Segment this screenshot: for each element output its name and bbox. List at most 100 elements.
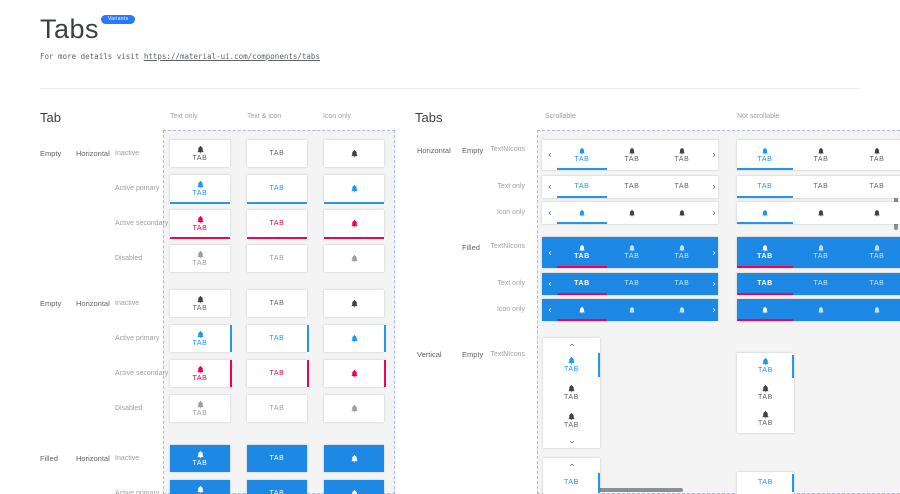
tab[interactable]: TAB	[793, 140, 849, 170]
notifications-icon	[567, 384, 576, 393]
tab[interactable]	[849, 299, 900, 321]
tab[interactable]: TAB	[607, 140, 657, 170]
tab-cell-icon[interactable]	[324, 325, 384, 352]
chevron-left-icon[interactable]	[542, 273, 557, 295]
tab[interactable]: TAB	[543, 407, 600, 435]
tab[interactable]: TAB	[657, 237, 707, 268]
tab[interactable]: TAB	[607, 237, 657, 268]
tab[interactable]: TAB	[657, 140, 707, 170]
tab-cell-both[interactable]: TAB	[170, 290, 230, 317]
tab-cell-icon[interactable]	[324, 245, 384, 272]
tab[interactable]: TAB	[737, 380, 794, 407]
subtitle: For more details visit https://material-…	[40, 52, 320, 61]
tab-cell-both[interactable]: TAB	[170, 480, 230, 494]
tab-active[interactable]	[737, 202, 793, 224]
tab-active[interactable]	[737, 299, 793, 321]
tab[interactable]: TAB	[737, 406, 794, 433]
tab-active[interactable]: TAB	[543, 351, 600, 379]
tab-cell-both[interactable]: TAB	[170, 210, 230, 237]
chevron-right-icon[interactable]	[707, 176, 720, 198]
chevron-right-icon[interactable]	[707, 140, 720, 170]
chevron-left-icon[interactable]	[542, 237, 557, 268]
tab-cell-icon[interactable]	[324, 445, 384, 472]
tab-cell-text[interactable]: TAB	[247, 210, 307, 237]
chevron-up-icon[interactable]	[543, 458, 600, 471]
tab-label: TAB	[270, 370, 285, 378]
active-indicator	[230, 360, 232, 387]
tab-cell-text[interactable]: TAB	[247, 175, 307, 202]
tab-cell-icon[interactable]	[324, 210, 384, 237]
tab-active[interactable]: TAB	[557, 273, 607, 295]
group-orientation-label: Horizontal	[76, 299, 110, 308]
material-ui-link[interactable]: https://material-ui.com/components/tabs	[144, 52, 320, 61]
tab-cell-both[interactable]: TAB	[170, 325, 230, 352]
chevron-right-icon[interactable]	[707, 273, 720, 295]
tab-cell-text[interactable]: TAB	[247, 360, 307, 387]
tab-cell-icon[interactable]	[324, 480, 384, 494]
tab[interactable]	[657, 299, 707, 321]
tab-active[interactable]	[557, 299, 607, 321]
tab[interactable]	[793, 299, 849, 321]
chevron-right-icon[interactable]	[707, 202, 720, 224]
tab-active[interactable]: TAB	[737, 237, 793, 268]
chevron-left-icon[interactable]	[542, 140, 557, 170]
chevron-left-icon[interactable]	[542, 202, 557, 224]
tab[interactable]: TAB	[793, 176, 849, 198]
active-indicator	[324, 237, 384, 239]
tab-cell-text[interactable]: TAB	[247, 245, 307, 272]
tab[interactable]	[849, 202, 900, 224]
tab-active[interactable]: TAB	[557, 176, 607, 198]
tab[interactable]: TAB	[849, 273, 900, 295]
tab-active[interactable]: TAB	[557, 237, 607, 268]
tab[interactable]: TAB	[543, 379, 600, 407]
tab[interactable]: TAB	[849, 140, 900, 170]
chevron-left-icon[interactable]	[542, 299, 557, 321]
tab[interactable]: TAB	[849, 237, 900, 268]
tab-active[interactable]: TAB	[737, 472, 794, 494]
chevron-down-icon[interactable]	[543, 435, 600, 448]
tab-cell-both[interactable]: TAB	[170, 140, 230, 167]
tab-cell-both[interactable]: TAB	[170, 445, 230, 472]
chevron-right-icon[interactable]	[707, 299, 720, 321]
tab[interactable]	[793, 202, 849, 224]
tab-cell-text[interactable]: TAB	[247, 140, 307, 167]
chevron-right-icon	[710, 280, 718, 288]
tab-cell-text[interactable]: TAB	[247, 325, 307, 352]
tab[interactable]: TAB	[657, 273, 707, 295]
tab-cell-icon[interactable]	[324, 290, 384, 317]
tab-cell-text[interactable]: TAB	[247, 480, 307, 494]
tab[interactable]: TAB	[607, 273, 657, 295]
tab-label: TAB	[270, 490, 285, 494]
tab-active[interactable]	[557, 202, 607, 224]
tab-active[interactable]: TAB	[737, 273, 793, 295]
state-label: Inactive	[115, 150, 139, 157]
tab-active[interactable]: TAB	[543, 471, 600, 494]
tab-cell-both[interactable]: TAB	[170, 360, 230, 387]
tab-cell-both[interactable]: TAB	[170, 245, 230, 272]
tab-cell-text[interactable]: TAB	[247, 290, 307, 317]
tab-cell-icon[interactable]	[324, 360, 384, 387]
tab-cell-text[interactable]: TAB	[247, 395, 307, 422]
tab-active[interactable]: TAB	[737, 140, 793, 170]
tab[interactable]	[607, 299, 657, 321]
tab-active[interactable]: TAB	[737, 176, 793, 198]
tab-cell-icon[interactable]	[324, 395, 384, 422]
tab[interactable]	[607, 202, 657, 224]
tab[interactable]	[657, 202, 707, 224]
chevron-left-icon[interactable]	[542, 176, 557, 198]
chevron-up-icon[interactable]	[543, 338, 600, 351]
tab-cell-text[interactable]: TAB	[247, 445, 307, 472]
tab-cell-both[interactable]: TAB	[170, 395, 230, 422]
tab-active[interactable]: TAB	[557, 140, 607, 170]
tab-cell-icon[interactable]	[324, 140, 384, 167]
tab[interactable]: TAB	[793, 237, 849, 268]
tab-cell-icon[interactable]	[324, 175, 384, 202]
tab[interactable]: TAB	[657, 176, 707, 198]
tab-cell-both[interactable]: TAB	[170, 175, 230, 202]
tab-active[interactable]: TAB	[737, 353, 794, 380]
tab[interactable]: TAB	[607, 176, 657, 198]
tab[interactable]: TAB	[793, 273, 849, 295]
chevron-right-icon[interactable]	[707, 237, 720, 268]
active-indicator	[737, 266, 793, 268]
tab[interactable]: TAB	[849, 176, 900, 198]
